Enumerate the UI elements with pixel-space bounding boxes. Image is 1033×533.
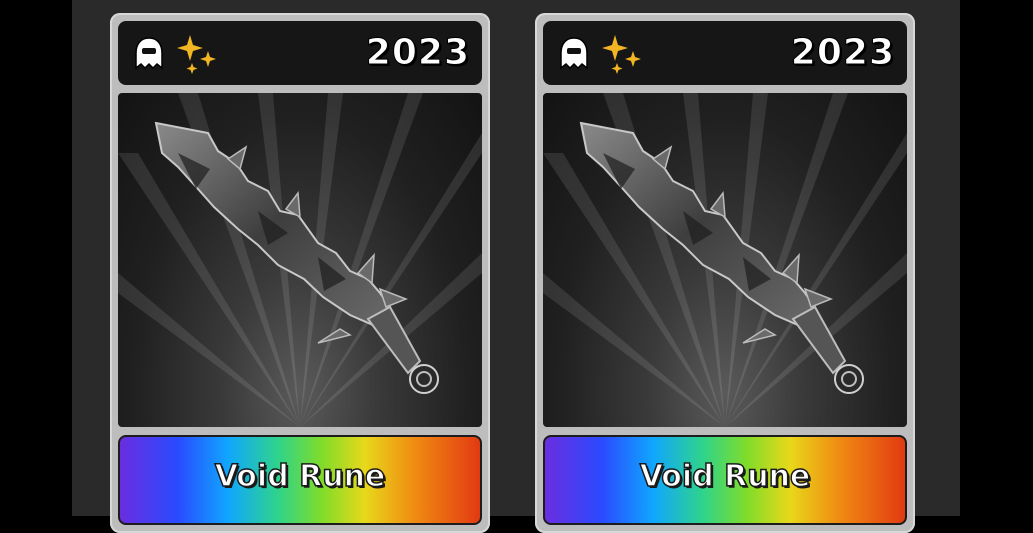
inventory-panel: 2023 Void Rune 2023 Void Rune	[72, 0, 960, 533]
item-preview	[118, 93, 482, 427]
item-card[interactable]: 2023 Void Rune	[110, 13, 490, 533]
void-rune-sword	[154, 121, 439, 394]
item-name: Void Rune	[639, 458, 811, 495]
card-year: 2023	[365, 32, 470, 74]
item-preview	[543, 93, 907, 427]
sparkle-icon	[602, 35, 641, 74]
ghost-icon	[560, 37, 588, 70]
item-name-banner: Void Rune	[118, 435, 482, 525]
ghost-icon	[135, 37, 163, 70]
item-card[interactable]: 2023 Void Rune	[535, 13, 915, 533]
card-header: 2023	[543, 21, 907, 85]
card-header: 2023	[118, 21, 482, 85]
card-year: 2023	[790, 32, 895, 74]
sparkle-icon	[177, 35, 216, 74]
void-rune-sword	[579, 121, 864, 394]
item-name-banner: Void Rune	[543, 435, 907, 525]
item-name: Void Rune	[214, 458, 386, 495]
